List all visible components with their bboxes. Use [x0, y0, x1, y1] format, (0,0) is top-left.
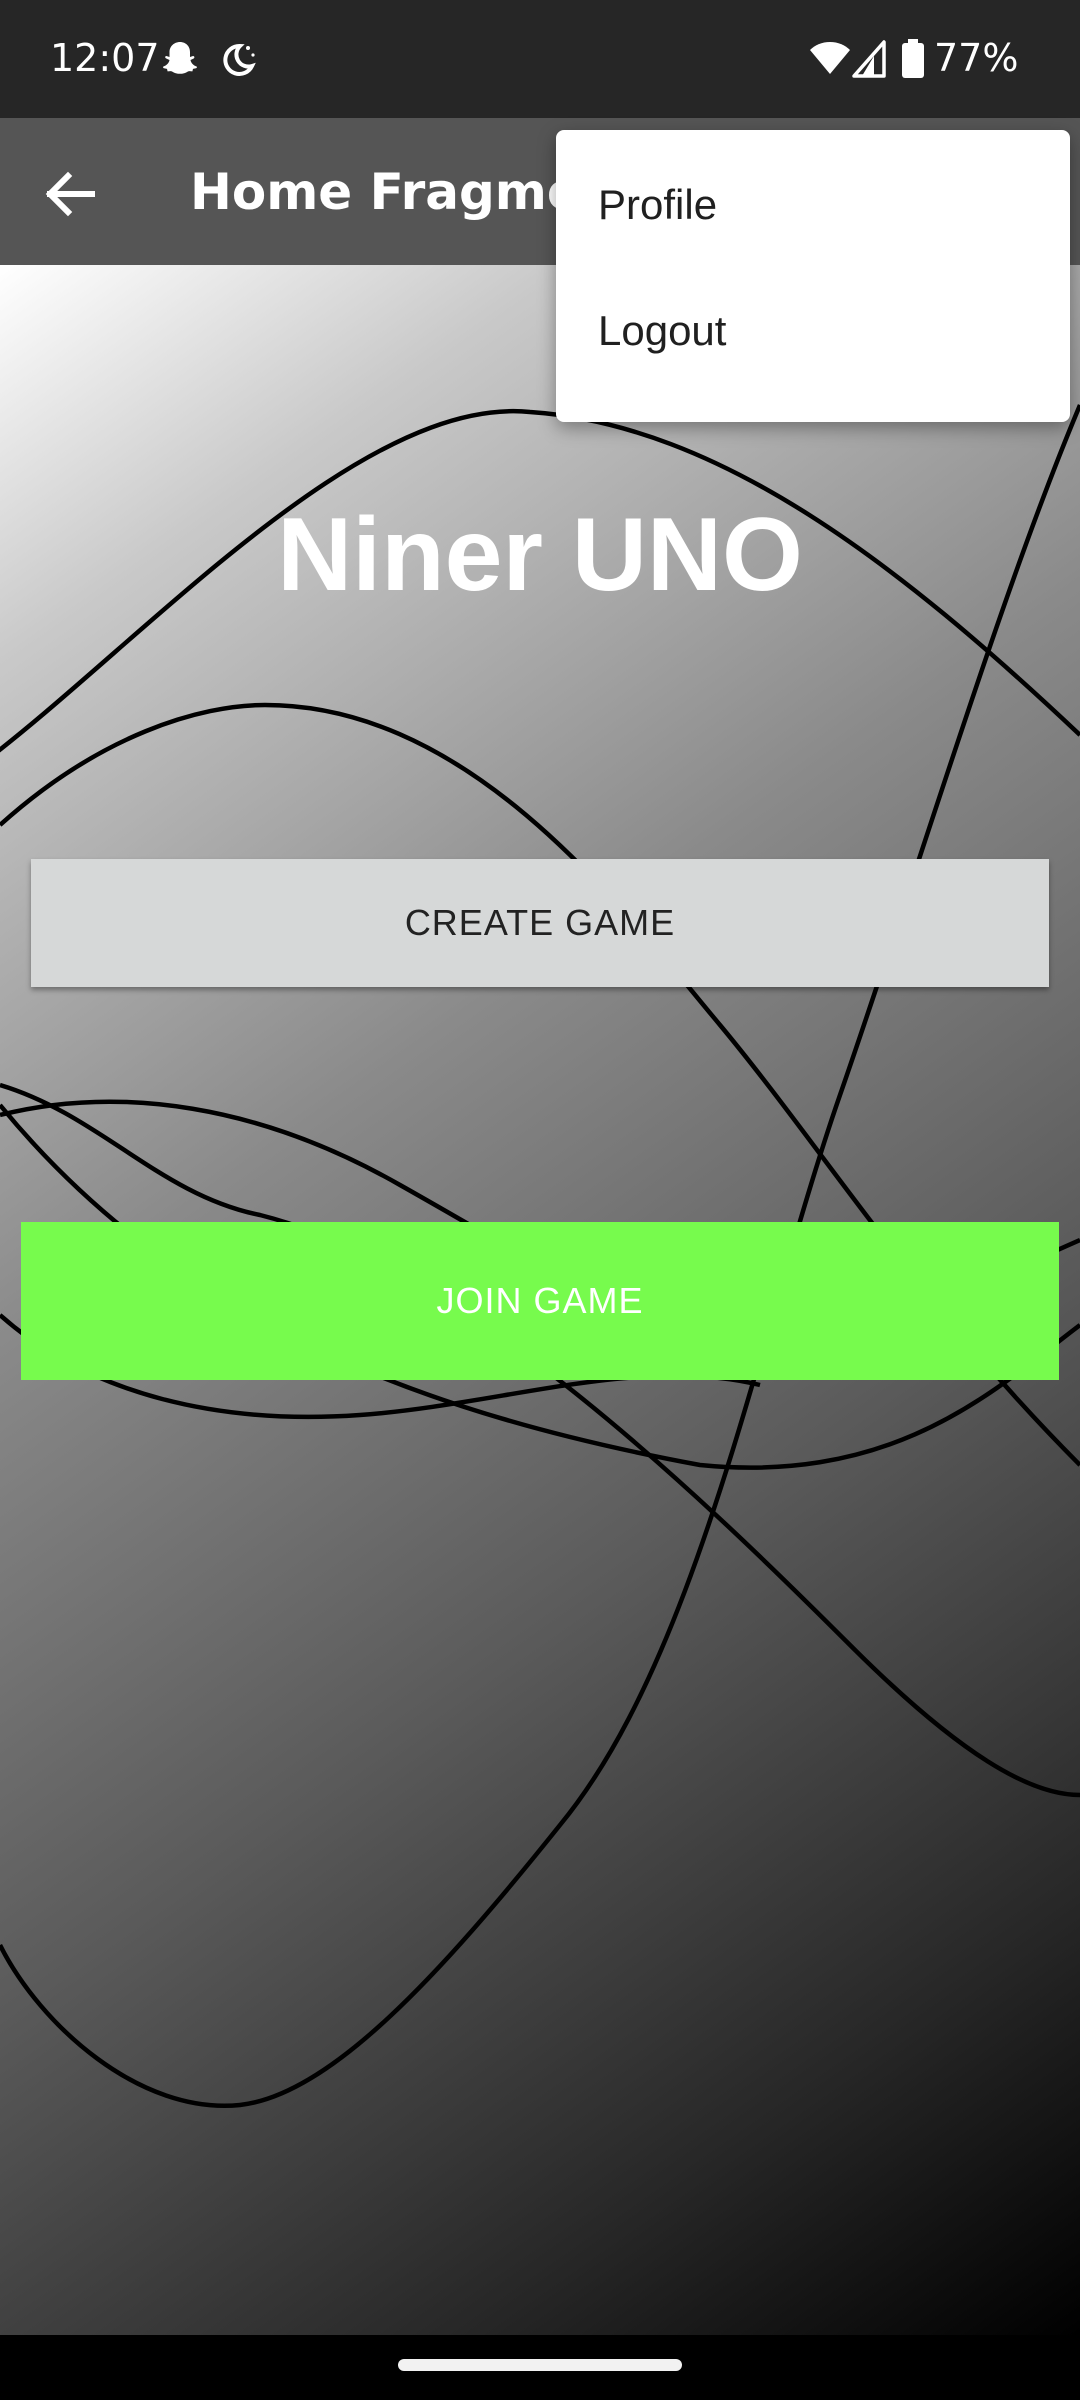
- navigation-bar: [0, 2335, 1080, 2400]
- screen: 12:07 77% Home Fragment Niner UNO CREATE…: [0, 0, 1080, 2400]
- create-game-button[interactable]: CREATE GAME: [31, 859, 1049, 987]
- home-gesture-handle[interactable]: [398, 2359, 682, 2371]
- home-content: Niner UNO CREATE GAME JOIN GAME: [0, 265, 1080, 2335]
- status-bar: 12:07 77%: [0, 0, 1080, 118]
- menu-item-logout[interactable]: Logout: [556, 268, 1070, 394]
- battery-icon: [902, 39, 924, 78]
- wifi-icon: [810, 42, 850, 74]
- back-arrow-icon[interactable]: [30, 154, 110, 234]
- snapchat-icon: [163, 42, 197, 74]
- cell-signal-icon: [852, 40, 886, 78]
- status-time: 12:07: [50, 36, 160, 80]
- game-title: Niner UNO: [277, 497, 803, 613]
- menu-item-profile[interactable]: Profile: [556, 142, 1070, 268]
- battery-percent: 77%: [934, 36, 1019, 80]
- join-game-button[interactable]: JOIN GAME: [21, 1222, 1059, 1380]
- overflow-menu: Profile Logout: [556, 130, 1070, 422]
- do-not-disturb-moon-icon: [223, 43, 256, 76]
